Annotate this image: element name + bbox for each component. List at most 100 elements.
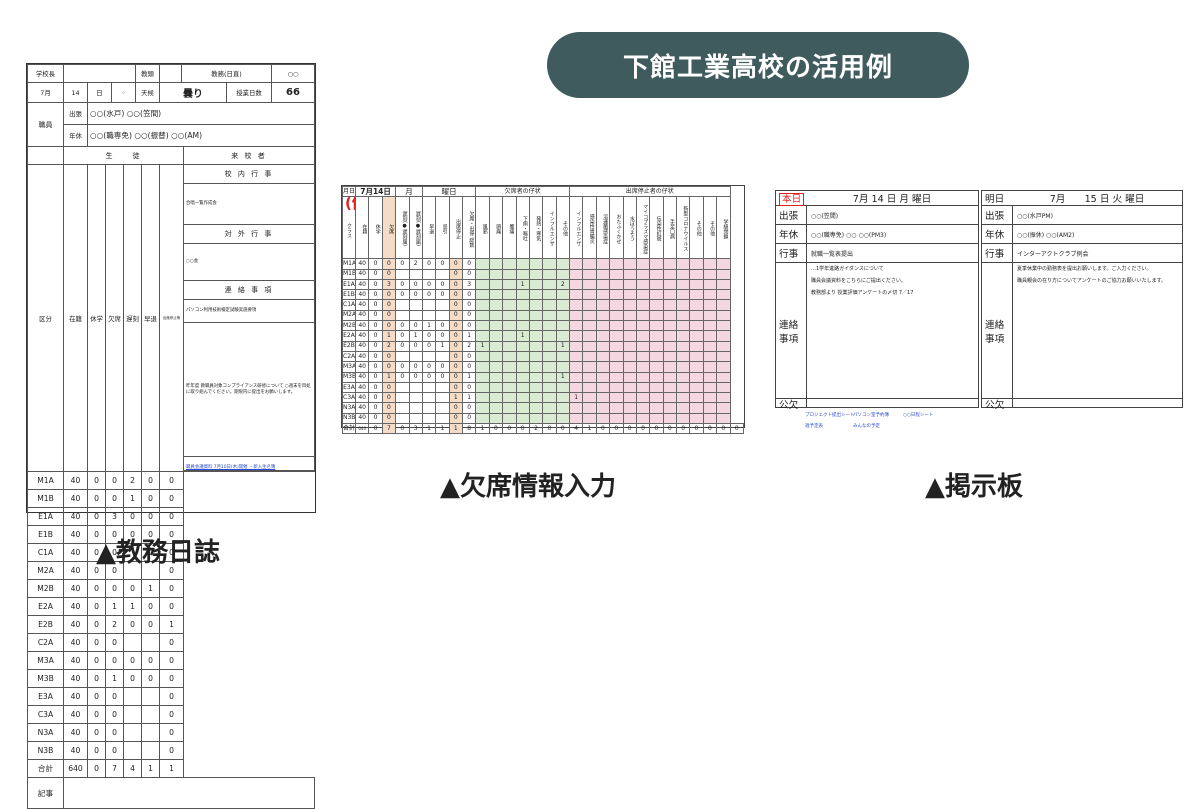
absent-reason-cell <box>515 289 530 301</box>
stop-reason-cell <box>635 258 651 270</box>
diary-total-cell: 合計 <box>27 759 64 778</box>
stop-reason-cell <box>609 268 624 280</box>
absent-reason-cell <box>542 350 557 363</box>
stop-reason-cell <box>702 392 718 404</box>
stop-reason-cell <box>568 371 584 383</box>
absent-reason-cell <box>555 392 571 404</box>
absence-mon: 月 <box>395 185 423 198</box>
absent-reason-cell <box>542 320 557 332</box>
absence-cell: 2 <box>461 340 477 352</box>
absent-reason-cell <box>515 381 530 394</box>
absence-cell: 40 <box>354 320 370 332</box>
board-link-pc-room[interactable]: パソコン室予約簿 <box>853 412 889 418</box>
stop-reason-cell <box>635 392 651 404</box>
board-link-schedule-sheet[interactable]: ○○日程シート <box>903 412 933 418</box>
absence-cell: 0 <box>368 412 383 425</box>
absent-reason-cell <box>502 320 517 332</box>
absent-reason-cell <box>555 289 571 301</box>
absent-reason-cell <box>515 412 530 425</box>
absence-cell: 0 <box>381 350 397 363</box>
diary-cell <box>141 687 160 706</box>
absent-reason-cell <box>475 330 490 342</box>
total-cell: 0 <box>368 423 383 435</box>
stop-reason-cell <box>689 402 704 414</box>
stop-reason-cell <box>675 392 691 404</box>
stop-reason-cell <box>675 278 691 291</box>
today-note-line: …1学年進路ガイダンスについて <box>811 266 884 272</box>
absence-cell: M1A <box>342 258 356 270</box>
absent-reason-cell: 1 <box>475 340 490 352</box>
absence-cell: 0 <box>448 340 464 352</box>
absent-reason-cell <box>528 320 544 332</box>
absent-reason-cell <box>528 289 544 301</box>
stop-reason-cell <box>689 330 704 342</box>
diary-cell: 40 <box>63 633 88 652</box>
school-event-note: 合唱一覧作成会 <box>184 183 314 225</box>
diary-cell: M3B <box>27 669 64 688</box>
diary-cell: 0 <box>158 669 185 688</box>
absence-cell <box>435 350 450 363</box>
absent-reason-cell <box>488 350 504 363</box>
absent-reason-cell <box>475 289 490 301</box>
absence-cell: 0 <box>421 371 437 383</box>
diary-cell: 0 <box>141 471 160 490</box>
absence-cell <box>435 402 450 414</box>
stop-reason-cell <box>689 278 704 291</box>
absence-cell <box>395 412 410 425</box>
absence-cell: 2 <box>408 258 423 270</box>
diary-cell: 40 <box>63 615 88 634</box>
absent-reason-cell <box>488 381 504 394</box>
diary-cell: 0 <box>158 597 185 616</box>
diary-cell: 40 <box>63 579 88 598</box>
group-absent-header: 欠席者の仔状 <box>475 185 570 198</box>
total-cell: 0 <box>649 423 664 435</box>
absence-cell: 1 <box>435 340 450 352</box>
absent-reason-cell <box>475 299 490 311</box>
stop-reason-cell <box>595 299 611 311</box>
tomorrow-contact-notes: 夏季休業中の勤務表を提出お願いします。ご入力ください。 職員親会の在り方についてア… <box>1012 263 1182 398</box>
stop-reason-cell <box>649 361 664 373</box>
board-link-everyone[interactable]: みんなの予定 <box>853 423 880 429</box>
absence-cell: 0 <box>461 289 477 301</box>
stop-reason-cell <box>582 402 597 414</box>
stop-reason-cell <box>689 289 704 301</box>
stop-reason-cell <box>609 278 624 291</box>
contact-note2: 昨年度 教職員対象コンプライアンス研修について ○週末を目処に取り組んでください… <box>184 322 314 457</box>
stop-reason-cell <box>675 402 691 414</box>
absence-cell: 0 <box>448 278 464 291</box>
class-header: クラス <box>346 223 352 239</box>
absence-cell: 0 <box>368 258 383 270</box>
absence-cell: 0 <box>421 258 437 270</box>
absent-reason-cell <box>502 350 517 363</box>
absence-cell: 0 <box>421 340 437 352</box>
month-value: 7月 <box>27 82 64 103</box>
stop-reason-cell <box>662 258 678 270</box>
stop-reason-cell <box>609 340 624 352</box>
absence-cell: 40 <box>354 381 370 394</box>
absence-cell <box>395 309 410 322</box>
absent-reason-cell <box>502 381 517 394</box>
absence-cell <box>421 309 437 322</box>
absent-reason-cell <box>542 361 557 373</box>
absence-cell: 0 <box>408 361 423 373</box>
absent-reason-cell <box>528 340 544 352</box>
absence-cell: N3B <box>342 412 356 425</box>
stop-reason-cell <box>649 371 664 383</box>
absent-reason-cell <box>528 381 544 394</box>
diary-cell: 40 <box>63 597 88 616</box>
stop-reason-cell <box>716 340 731 352</box>
stop-reason-cell <box>635 330 651 342</box>
stop-reason-cell <box>582 309 597 322</box>
stop-reason-cell <box>622 361 637 373</box>
tomorrow-tag: 明日 <box>985 194 1005 205</box>
absence-cell <box>408 412 423 425</box>
title-banner: 下館工業高校の活用例 <box>547 32 969 98</box>
board-link-weekly[interactable]: 週予定表 <box>805 423 823 429</box>
stop-reason-cell <box>716 381 731 394</box>
absence-cell: M2A <box>342 309 356 322</box>
diary-cell: N3B <box>27 741 64 760</box>
board-link-project[interactable]: プロジェクト提出シート <box>805 412 855 418</box>
stop-reason-cell <box>595 258 611 270</box>
stop-reason-cell <box>702 278 718 291</box>
absence-cell: N3A <box>342 402 356 414</box>
